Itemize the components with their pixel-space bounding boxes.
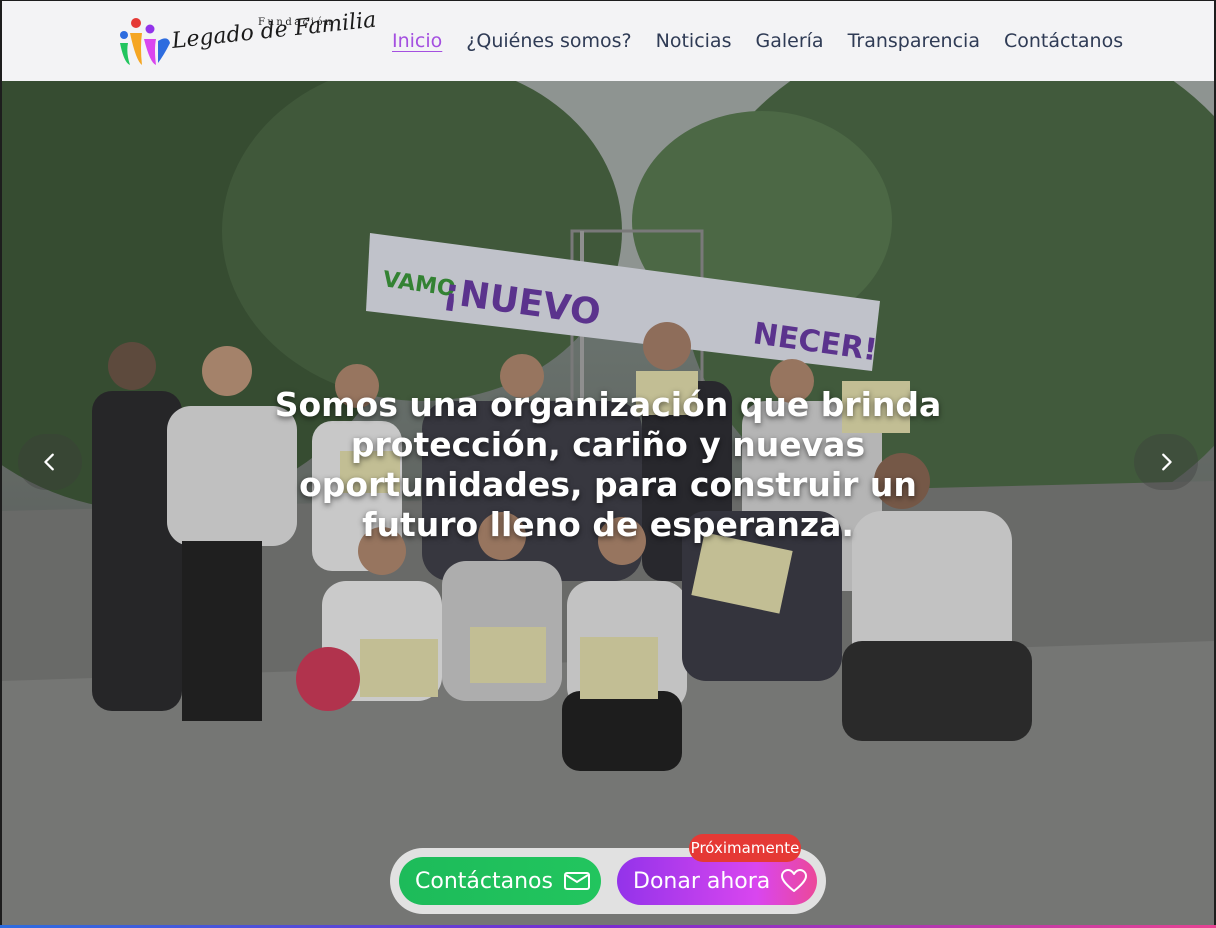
logo[interactable]: Fundación Legado de Familia bbox=[114, 8, 377, 69]
site-header: Fundación Legado de Familia Inicio ¿Quié… bbox=[2, 1, 1214, 81]
cta-bar: Contáctanos Donar ahora Próximamente bbox=[390, 834, 826, 914]
nav-link-quienes-somos[interactable]: ¿Quiénes somos? bbox=[466, 27, 631, 55]
chevron-left-icon bbox=[44, 453, 54, 471]
contact-button[interactable]: Contáctanos bbox=[399, 857, 601, 905]
contact-button-label: Contáctanos bbox=[415, 868, 553, 894]
donate-button-label: Donar ahora bbox=[633, 868, 771, 894]
nav-link-galeria[interactable]: Galería bbox=[755, 27, 823, 55]
nav-link-noticias[interactable]: Noticias bbox=[656, 27, 732, 55]
coming-soon-badge: Próximamente bbox=[689, 834, 801, 862]
carousel-next-button[interactable] bbox=[1134, 434, 1198, 490]
donate-button[interactable]: Donar ahora bbox=[617, 857, 817, 905]
hero-carousel: VAMO ¡NUEVO NECER! Somos una organizació… bbox=[2, 81, 1214, 925]
nav-link-contactanos[interactable]: Contáctanos bbox=[1004, 27, 1123, 55]
hero-headline: Somos una organización que brinda protec… bbox=[274, 385, 942, 544]
chevron-right-icon bbox=[1162, 453, 1172, 471]
nav-link-transparencia[interactable]: Transparencia bbox=[848, 27, 980, 55]
family-logo-icon bbox=[120, 18, 170, 65]
mail-icon bbox=[563, 872, 590, 890]
nav-link-inicio[interactable]: Inicio bbox=[392, 27, 442, 55]
carousel-prev-button[interactable] bbox=[18, 434, 82, 490]
main-nav: Inicio ¿Quiénes somos? Noticias Galería … bbox=[392, 27, 1147, 55]
logo-script-text: Legado de Familia bbox=[170, 7, 378, 54]
heart-icon bbox=[781, 869, 808, 892]
